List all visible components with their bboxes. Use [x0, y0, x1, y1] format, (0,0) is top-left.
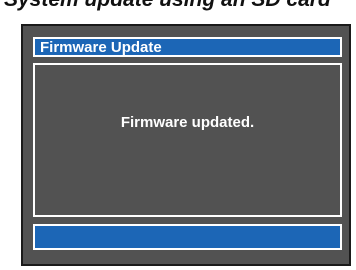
message-panel: Firmware updated. — [33, 63, 342, 217]
status-message: Firmware updated. — [120, 114, 255, 131]
page: System update using an SD card Firmware … — [0, 0, 356, 270]
status-bar — [33, 224, 342, 250]
dialog-title: Firmware Update — [40, 39, 162, 56]
device-screen: Firmware Update Firmware updated. — [21, 24, 351, 266]
caption-strip: System update using an SD card — [0, 0, 356, 14]
title-bar: Firmware Update — [33, 37, 342, 57]
caption-text: System update using an SD card — [4, 0, 331, 11]
